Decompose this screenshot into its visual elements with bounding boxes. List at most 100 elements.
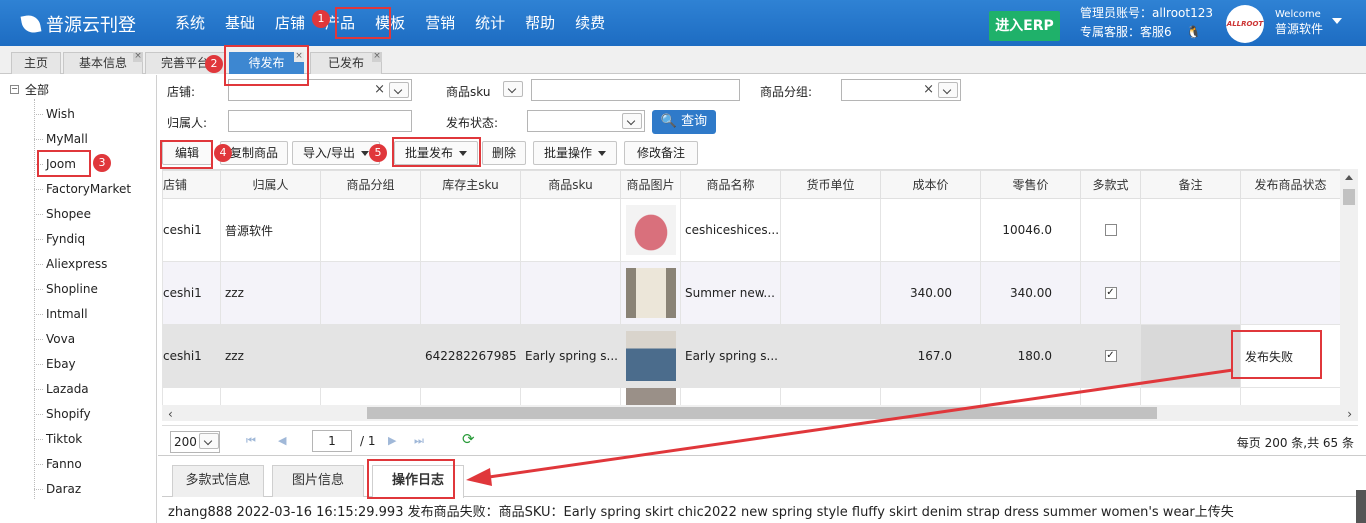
tab-basic-info[interactable]: 基本信息 ×: [63, 52, 143, 74]
enter-erp-button[interactable]: 进入ERP: [989, 11, 1060, 41]
tree-item-lazada[interactable]: Lazada: [34, 376, 89, 401]
tree-item-fyndiq[interactable]: Fyndiq: [34, 226, 85, 251]
tree-item-joom[interactable]: Joom: [34, 151, 76, 176]
col-currency[interactable]: 货币单位: [780, 170, 881, 199]
col-sku[interactable]: 商品sku: [520, 170, 621, 199]
edit-button[interactable]: 编辑: [162, 141, 212, 165]
scroll-thumb[interactable]: [367, 407, 1157, 419]
page-scrollbar[interactable]: [1356, 490, 1366, 523]
tree-item-factorymarket[interactable]: FactoryMarket: [34, 176, 131, 201]
nav-system[interactable]: 系统: [165, 0, 215, 46]
nav-help[interactable]: 帮助: [515, 0, 565, 46]
tab-home[interactable]: 主页: [11, 52, 61, 74]
product-thumbnail[interactable]: [625, 331, 676, 381]
page-size-select[interactable]: 200: [170, 431, 220, 453]
tree-item-fanno[interactable]: Fanno: [34, 451, 82, 476]
table-row[interactable]: [162, 387, 1340, 405]
delete-button[interactable]: 删除: [482, 141, 526, 165]
modify-remark-button[interactable]: 修改备注: [624, 141, 698, 165]
close-icon[interactable]: ×: [294, 52, 304, 62]
chevron-down-icon[interactable]: [1332, 18, 1342, 24]
multi-checkbox[interactable]: ✓: [1104, 350, 1117, 362]
nav-shop[interactable]: 店铺: [265, 0, 315, 46]
tree-item-mymall[interactable]: MyMall: [34, 126, 88, 151]
chevron-down-icon[interactable]: [938, 82, 958, 98]
close-icon[interactable]: ×: [133, 52, 143, 62]
tab-pending-publish[interactable]: 待发布 ×: [229, 52, 304, 74]
status-select[interactable]: [527, 110, 645, 132]
clear-icon[interactable]: ×: [374, 82, 385, 97]
chevron-down-icon[interactable]: [503, 81, 523, 97]
tree-item-intmall[interactable]: Intmall: [34, 301, 88, 326]
page-number-input[interactable]: 1: [312, 430, 352, 452]
multi-checkbox[interactable]: [1104, 224, 1117, 236]
avatar[interactable]: ALLROOT: [1226, 5, 1264, 43]
nav-renew[interactable]: 续费: [565, 0, 615, 46]
tab-multi-style-info[interactable]: 多款式信息: [172, 465, 264, 497]
col-multi[interactable]: 多款式: [1080, 170, 1141, 199]
tab-operation-log[interactable]: 操作日志: [372, 465, 464, 498]
col-remark[interactable]: 备注: [1140, 170, 1241, 199]
group-select[interactable]: ×: [841, 79, 961, 101]
horizontal-scrollbar[interactable]: ‹ ›: [162, 405, 1358, 421]
table-row[interactable]: ceshi1 zzz Summer new... 340.00 340.00 ✓: [162, 261, 1340, 325]
chevron-down-icon[interactable]: [622, 113, 642, 129]
scroll-up-icon[interactable]: [1345, 175, 1353, 180]
tree-item-ebay[interactable]: Ebay: [34, 351, 76, 376]
tree-item-shopee[interactable]: Shopee: [34, 201, 91, 226]
page-size-arrow[interactable]: [191, 431, 221, 453]
vertical-scrollbar[interactable]: [1340, 169, 1358, 405]
collapse-icon[interactable]: −: [10, 85, 19, 94]
col-main-sku[interactable]: 库存主sku: [420, 170, 521, 199]
chevron-down-icon[interactable]: [199, 433, 219, 449]
tree-item-shopline[interactable]: Shopline: [34, 276, 98, 301]
query-button[interactable]: 🔍 查询: [652, 110, 716, 134]
owner-input[interactable]: [228, 110, 412, 132]
tree-item-daraz[interactable]: Daraz: [34, 476, 81, 501]
qq-icon[interactable]: 🐧: [1186, 25, 1201, 39]
shop-select[interactable]: ×: [228, 79, 412, 101]
table-row[interactable]: ceshi1 zzz 642282267985 Early spring s..…: [162, 324, 1340, 388]
next-page-icon[interactable]: ▶: [388, 434, 396, 447]
tree-item-tiktok[interactable]: Tiktok: [34, 426, 82, 451]
tab-image-info[interactable]: 图片信息: [272, 465, 364, 497]
multi-checkbox[interactable]: ✓: [1104, 287, 1117, 299]
product-thumbnail[interactable]: [625, 388, 676, 405]
nav-marketing[interactable]: 营销: [415, 0, 465, 46]
sku-input[interactable]: [531, 79, 740, 101]
col-owner[interactable]: 归属人: [220, 170, 321, 199]
scroll-right-icon[interactable]: ›: [1347, 407, 1352, 421]
batch-publish-button[interactable]: 批量发布: [394, 141, 478, 165]
scroll-thumb[interactable]: [1343, 189, 1355, 205]
sku-type-select[interactable]: [438, 79, 525, 101]
brand-logo[interactable]: 普源云刊登: [20, 11, 136, 37]
table-row[interactable]: ceshi1 普源软件 ceshiceshices... 10046.0: [162, 198, 1340, 262]
tree-item-aliexpress[interactable]: Aliexpress: [34, 251, 107, 276]
nav-stats[interactable]: 统计: [465, 0, 515, 46]
col-name[interactable]: 商品名称: [680, 170, 781, 199]
user-menu[interactable]: Welcome 普源软件: [1275, 8, 1323, 36]
refresh-icon[interactable]: ⟳: [462, 430, 475, 448]
batch-ops-button[interactable]: 批量操作: [533, 141, 617, 165]
col-image[interactable]: 商品图片: [620, 170, 681, 199]
tree-item-shopify[interactable]: Shopify: [34, 401, 91, 426]
product-thumbnail[interactable]: [625, 205, 676, 255]
nav-template[interactable]: 模板: [365, 0, 415, 46]
product-thumbnail[interactable]: [625, 268, 676, 318]
tree-item-wish[interactable]: Wish: [34, 101, 75, 126]
prev-page-icon[interactable]: ◀: [278, 434, 286, 447]
chevron-down-icon[interactable]: [389, 82, 409, 98]
col-shop[interactable]: 店铺: [162, 170, 221, 199]
col-retail[interactable]: 零售价: [980, 170, 1081, 199]
tree-item-vova[interactable]: Vova: [34, 326, 75, 351]
col-cost[interactable]: 成本价: [880, 170, 981, 199]
clear-icon[interactable]: ×: [923, 82, 934, 97]
first-page-icon[interactable]: ⏮: [246, 434, 256, 448]
tab-published[interactable]: 已发布 ×: [310, 52, 382, 74]
tree-root[interactable]: − 全部: [10, 81, 49, 98]
scroll-left-icon[interactable]: ‹: [168, 407, 173, 421]
close-icon[interactable]: ×: [372, 52, 382, 62]
col-status[interactable]: 发布商品状态: [1240, 170, 1340, 199]
col-group[interactable]: 商品分组: [320, 170, 421, 199]
last-page-icon[interactable]: ⏭: [414, 434, 424, 448]
